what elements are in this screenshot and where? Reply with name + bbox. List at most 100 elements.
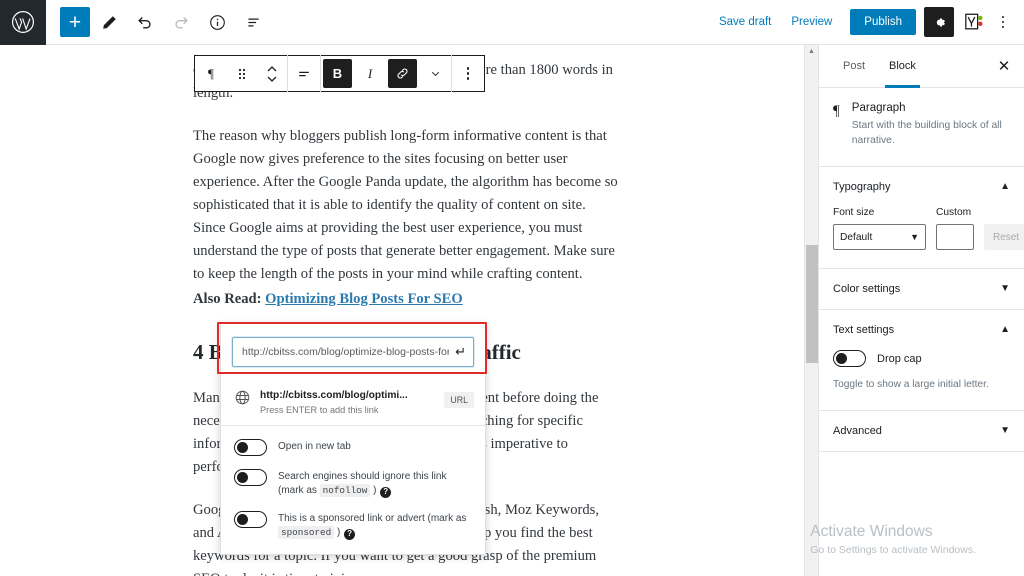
panel-advanced-header[interactable]: Advanced ▼: [819, 411, 1024, 451]
sponsored-row: This is a sponsored link or advert (mark…: [234, 511, 474, 540]
paragraph-pilcrow-icon[interactable]: ¶: [195, 56, 227, 91]
editor-scrollbar[interactable]: ▲: [804, 45, 818, 576]
move-up-down-icon[interactable]: [257, 56, 287, 91]
url-type-badge: URL: [444, 392, 474, 408]
settings-sidebar: Post Block ✕ ¶ Paragraph Start with the …: [818, 45, 1024, 576]
open-in-new-tab-toggle[interactable]: [234, 439, 267, 456]
panel-typography-title: Typography: [833, 181, 891, 193]
chevron-down-icon[interactable]: ▼: [1000, 284, 1010, 294]
panel-typography-header[interactable]: Typography ▲: [819, 167, 1024, 207]
nofollow-label-after: ): [370, 485, 377, 496]
paragraph-pilcrow-icon: ¶: [833, 103, 840, 119]
drop-cap-row: Drop cap: [833, 350, 1010, 367]
sponsored-label-before: This is a sponsored link or advert (mark…: [278, 513, 467, 524]
tab-post[interactable]: Post: [831, 45, 877, 88]
chevron-up-icon[interactable]: ▲: [1000, 182, 1010, 192]
sponsored-help-icon[interactable]: ?: [344, 528, 356, 540]
wordpress-logo-icon[interactable]: [0, 0, 46, 45]
nofollow-row: Search engines should ignore this link (…: [234, 469, 474, 498]
undo-arrow-icon[interactable]: [128, 5, 162, 39]
italic-button[interactable]: I: [354, 56, 386, 91]
block-type-group: ¶: [195, 56, 287, 91]
link-active-icon[interactable]: [388, 59, 417, 88]
panel-color-settings: Color settings ▼: [819, 269, 1024, 310]
drag-handle-icon[interactable]: [227, 56, 257, 91]
align-group: [288, 56, 320, 91]
sidebar-tabs: Post Block ✕: [819, 45, 1024, 88]
sponsored-label: This is a sponsored link or advert (mark…: [278, 511, 474, 540]
nofollow-help-icon[interactable]: ?: [380, 486, 392, 498]
block-toolbar: ¶ B I: [194, 55, 485, 92]
chevron-down-icon[interactable]: [419, 56, 451, 91]
publish-button[interactable]: Publish: [850, 9, 916, 35]
panel-typography: Typography ▲ Font size Default ▼ Custom: [819, 167, 1024, 269]
block-info-card: ¶ Paragraph Start with the building bloc…: [819, 88, 1024, 167]
add-block-button[interactable]: +: [60, 7, 90, 37]
panel-color-settings-header[interactable]: Color settings ▼: [819, 269, 1024, 309]
drop-cap-label: Drop cap: [877, 352, 922, 365]
enter-key-icon[interactable]: ↵: [451, 344, 466, 360]
panel-advanced: Advanced ▼: [819, 411, 1024, 452]
kebab-menu-icon[interactable]: [990, 7, 1016, 37]
chevron-up-icon[interactable]: ▲: [1000, 325, 1010, 335]
redo-arrow-icon[interactable]: [164, 5, 198, 39]
format-group: B I: [321, 56, 451, 91]
also-read-prefix: Also Read:: [193, 291, 266, 307]
sponsored-label-after: ): [334, 527, 341, 538]
pencil-edit-icon[interactable]: [92, 5, 126, 39]
gear-icon[interactable]: [924, 7, 954, 37]
font-size-select-wrapper[interactable]: Default ▼: [833, 224, 926, 250]
block-options-kebab-icon[interactable]: [452, 56, 484, 91]
panel-text-settings-header[interactable]: Text settings ▲: [819, 310, 1024, 350]
paragraph-main[interactable]: The reason why bloggers publish long-for…: [193, 125, 618, 286]
save-draft-button[interactable]: Save draft: [709, 10, 781, 34]
panel-text-settings-title: Text settings: [833, 324, 895, 336]
link-suggestion-subtitle: Press ENTER to add this link: [260, 405, 379, 415]
custom-size-label: Custom: [936, 207, 972, 218]
nofollow-code: nofollow: [319, 484, 371, 497]
link-settings-popover: ↵ http://cbitss.com/blog/optimi... Press…: [220, 323, 486, 555]
nofollow-toggle[interactable]: [234, 469, 267, 486]
globe-icon: [234, 389, 251, 411]
link-suggestion-title: http://cbitss.com/blog/optimi...: [260, 390, 408, 401]
align-text-icon[interactable]: [288, 56, 320, 91]
yoast-seo-icon[interactable]: [958, 7, 990, 37]
drop-cap-toggle[interactable]: [833, 350, 866, 367]
scroll-up-arrow-icon[interactable]: ▲: [805, 45, 818, 58]
custom-size-input[interactable]: [936, 224, 974, 250]
also-read-line[interactable]: Also Read: Optimizing Blog Posts For SEO: [193, 288, 618, 311]
editor-top-bar: + Save draft Preview Publish: [0, 0, 1024, 45]
link-url-field-wrapper[interactable]: ↵: [232, 337, 474, 367]
info-circle-icon[interactable]: [200, 5, 234, 39]
link-suggestion-text: http://cbitss.com/blog/optimi... Press E…: [260, 385, 435, 415]
panel-text-settings-body: Drop cap Toggle to show a large initial …: [819, 350, 1024, 410]
bold-button[interactable]: B: [323, 59, 352, 88]
tab-block[interactable]: Block: [877, 45, 928, 88]
link-url-input[interactable]: [240, 345, 452, 359]
top-bar-right-actions: Save draft Preview Publish: [709, 7, 1024, 37]
block-info-text: Paragraph Start with the building block …: [852, 102, 1010, 148]
font-size-label: Font size: [833, 207, 875, 218]
chevron-down-icon[interactable]: ▼: [1000, 426, 1010, 436]
top-bar-left-tools: +: [46, 5, 270, 39]
also-read-link[interactable]: Optimizing Blog Posts For SEO: [265, 291, 463, 307]
link-suggestion-item[interactable]: http://cbitss.com/blog/optimi... Press E…: [221, 379, 485, 426]
scrollbar-thumb[interactable]: [806, 245, 818, 363]
more-group: [452, 56, 484, 91]
reset-button[interactable]: Reset: [984, 224, 1024, 250]
custom-size-field: Custom: [936, 207, 974, 250]
sponsored-toggle[interactable]: [234, 511, 267, 528]
nofollow-label: Search engines should ignore this link (…: [278, 469, 474, 498]
panel-advanced-title: Advanced: [833, 425, 882, 437]
close-x-icon[interactable]: ✕: [988, 50, 1020, 82]
block-info-title: Paragraph: [851, 102, 906, 114]
font-size-select[interactable]: Default: [833, 224, 926, 250]
preview-button[interactable]: Preview: [781, 10, 842, 34]
font-size-controls: Font size Default ▼ Custom Reset: [833, 207, 1024, 250]
drop-cap-help-text: Toggle to show a large initial letter.: [833, 379, 989, 390]
panel-typography-body: Font size Default ▼ Custom Reset: [819, 207, 1024, 268]
list-view-icon[interactable]: [236, 5, 270, 39]
panel-color-settings-title: Color settings: [833, 283, 901, 295]
open-in-new-tab-row: Open in new tab: [234, 439, 474, 456]
block-info-description: Start with the building block of all nar…: [851, 120, 1002, 146]
